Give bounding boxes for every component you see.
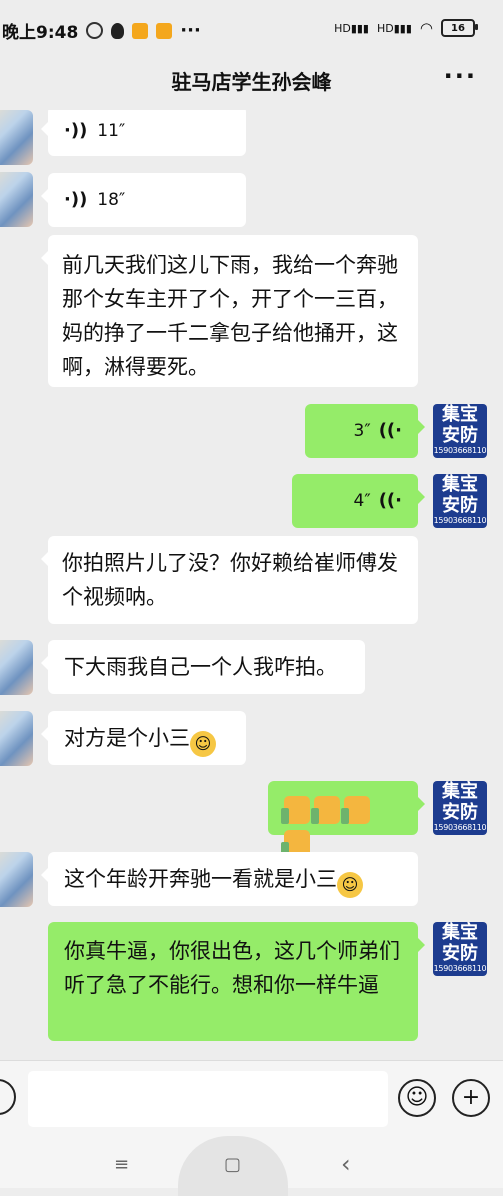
message-text: 这个年龄开奔驰一看就是小三 [64, 867, 337, 891]
wifi-icon: ◠ [419, 19, 433, 37]
my-avatar[interactable]: 集宝 安防 15903668110 [433, 474, 487, 528]
thumbs-up-icon [341, 796, 370, 824]
input-bar: ☺ + [0, 1060, 503, 1137]
status-time: 晚上9:48 [2, 23, 79, 43]
menu-icon[interactable]: ≡ [114, 1154, 129, 1175]
message-text: 你真牛逼，你很出色，这几个师弟们听了急了不能行。想和你一样牛逼 [64, 939, 400, 997]
more-options-button[interactable]: ··· [444, 62, 477, 90]
chat-title: 驻马店学生孙会峰 [171, 70, 332, 94]
emoji-message-sent[interactable] [268, 781, 425, 858]
text-message[interactable]: 前几天我们这儿下雨，我给一个奔驰那个女车主开了个，开了个一三百，妈的挣了一千二拿… [41, 235, 418, 387]
voice-wave-icon: ((· [378, 490, 402, 511]
status-right: HD▮▮▮ HD▮▮▮ ◠ 16 [334, 19, 478, 37]
system-nav-bar: ≡ ▢ ‹ [0, 1136, 503, 1196]
thumbs-up-icon [311, 796, 340, 824]
voice-message-sent[interactable]: 3″ ((· [305, 404, 425, 458]
voice-message[interactable]: ·)) 18″ [41, 173, 246, 227]
voice-wave-icon: ·)) [64, 120, 88, 141]
contact-avatar[interactable] [0, 852, 33, 907]
contact-avatar[interactable] [0, 711, 33, 766]
status-left: 晚上9:48 ··· [2, 18, 201, 43]
text-message[interactable]: 这个年龄开奔驰一看就是小三 ☺ [41, 852, 418, 906]
text-message[interactable]: 下大雨我自己一个人我咋拍。 [41, 640, 365, 694]
more-notifications-icon: ··· [180, 20, 201, 41]
signal-icon: HD▮▮▮ [334, 21, 369, 35]
home-icon[interactable]: ▢ [224, 1154, 241, 1175]
plus-icon[interactable]: + [452, 1079, 490, 1117]
smiley-icon[interactable]: ☺ [398, 1079, 436, 1117]
message-list[interactable]: ·)) 11″ ·)) 18″ 前几天我们这儿下雨，我给一个奔驰那个女车主开了个，开… [0, 110, 503, 1060]
my-avatar[interactable]: 集宝 安防 15903668110 [433, 404, 487, 458]
notification-app-icon [132, 22, 149, 39]
my-avatar[interactable]: 集宝 安防 15903668110 [433, 781, 487, 835]
battery-icon: 16 [441, 19, 478, 37]
chat-header: 驻马店学生孙会峰 ··· [0, 58, 503, 110]
voice-duration: 11″ [97, 121, 126, 141]
my-avatar[interactable]: 集宝 安防 15903668110 [433, 922, 487, 976]
back-icon[interactable]: ‹ [341, 1150, 351, 1178]
grin-emoji-icon: ☺ [190, 731, 216, 757]
voice-message[interactable]: ·)) 11″ [41, 110, 246, 156]
alarm-icon [86, 22, 104, 39]
voice-message-sent[interactable]: 4″ ((· [292, 474, 425, 528]
message-input[interactable] [28, 1071, 388, 1127]
message-text: 你拍照片儿了没？你好赖给崔师傅发个视频呐。 [62, 551, 398, 609]
text-message[interactable]: 你拍照片儿了没？你好赖给崔师傅发个视频呐。 [41, 536, 418, 624]
grin-emoji-icon: ☺ [337, 872, 363, 898]
contact-avatar[interactable] [0, 110, 33, 165]
contact-avatar[interactable] [0, 640, 33, 695]
notification-app-icon-2 [156, 22, 173, 39]
voice-toggle-icon[interactable] [0, 1079, 16, 1115]
message-text: 前几天我们这儿下雨，我给一个奔驰那个女车主开了个，开了个一三百，妈的挣了一千二拿… [62, 253, 398, 379]
qq-icon [111, 22, 125, 39]
voice-wave-icon: ((· [378, 420, 402, 441]
signal-icon-2: HD▮▮▮ [376, 21, 412, 35]
voice-duration: 4″ [353, 491, 371, 511]
message-text: 对方是个小三 [64, 726, 190, 750]
voice-duration: 3″ [353, 421, 371, 441]
status-bar: 晚上9:48 ··· HD▮▮▮ HD▮▮▮ ◠ 16 [0, 0, 503, 58]
voice-wave-icon: ·)) [64, 189, 88, 210]
voice-duration: 18″ [97, 190, 126, 210]
text-message-sent[interactable]: 你真牛逼，你很出色，这几个师弟们听了急了不能行。想和你一样牛逼 [48, 922, 425, 1041]
message-text: 下大雨我自己一个人我咋拍。 [64, 655, 337, 679]
thumbs-up-icon [281, 796, 310, 824]
text-message[interactable]: 对方是个小三 ☺ [41, 711, 246, 765]
contact-avatar[interactable] [0, 172, 33, 227]
